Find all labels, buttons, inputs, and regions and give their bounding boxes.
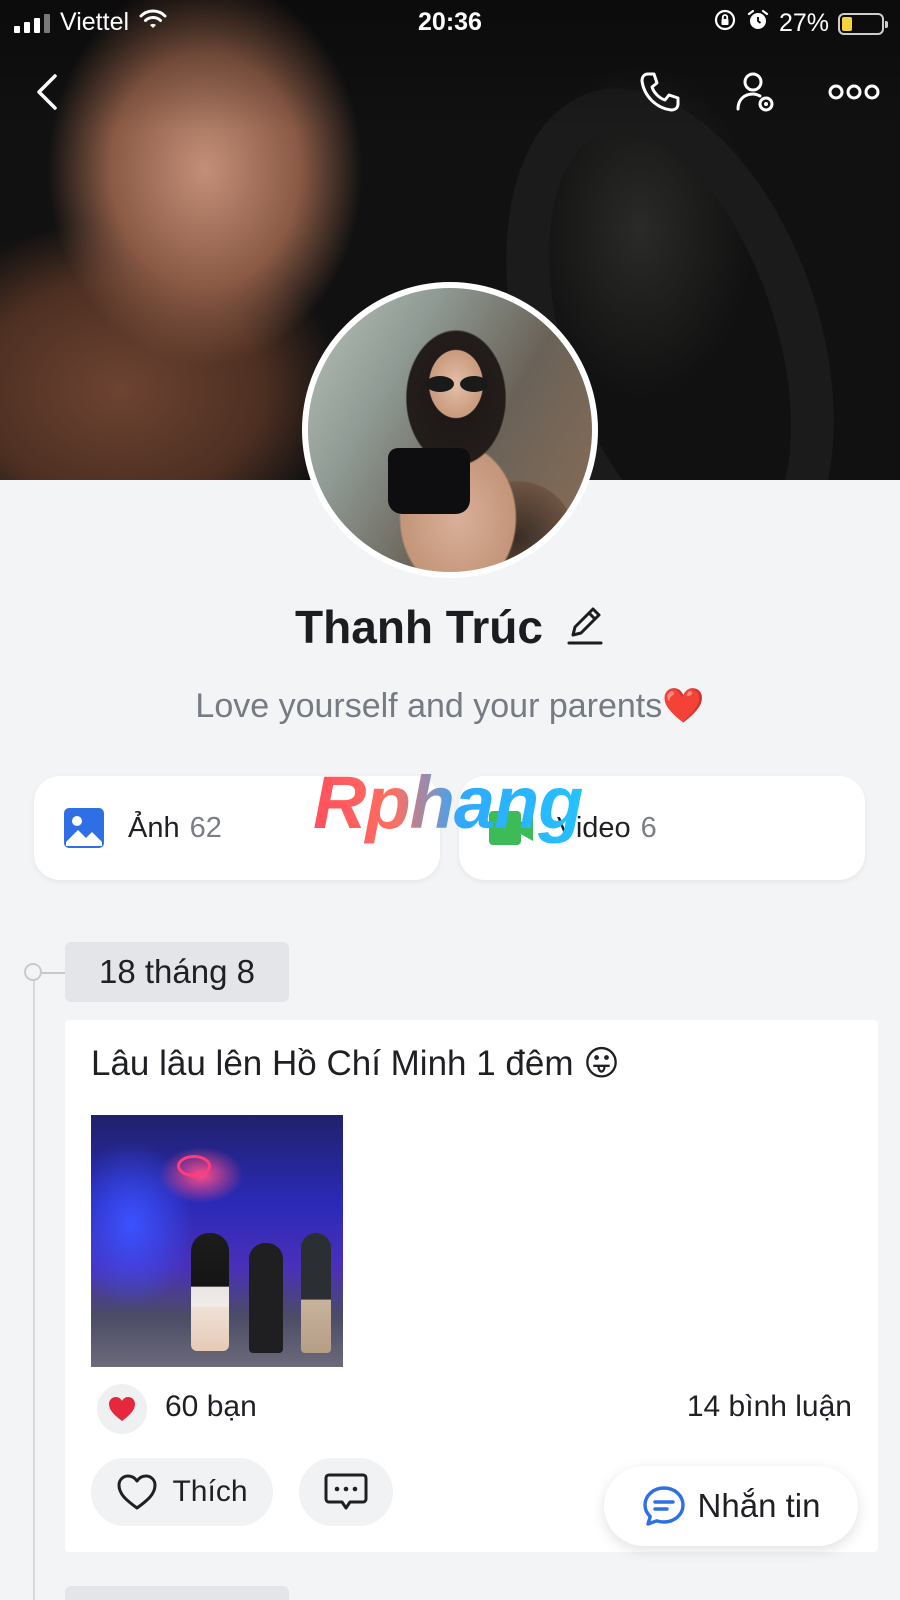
edit-name-button[interactable] [565,603,605,652]
phone-icon [640,72,680,112]
photo-person [301,1233,331,1353]
timeline-dot [24,963,66,981]
timeline-date: 18 tháng 8 [65,942,289,1002]
user-settings-icon [736,72,774,112]
videos-count: 6 [640,811,657,844]
photo-icon [64,808,104,848]
comment-count[interactable]: 14 bình luận [687,1390,852,1424]
message-label: Nhắn tin [697,1487,821,1524]
profile-name-row: Thanh Trúc [0,600,900,654]
photos-label: Ảnh [128,811,180,844]
heart-filled-icon [109,1397,135,1421]
more-icon [828,84,880,100]
photo-person [191,1233,229,1351]
battery-charging-icon [838,12,888,35]
avatar-sunglasses [426,376,488,392]
reaction-count[interactable]: 60 bạn [165,1390,257,1424]
reaction-badge[interactable] [97,1384,147,1434]
chat-bubble-icon [642,1486,685,1526]
avatar[interactable] [302,282,598,578]
avatar-handbag [388,448,470,514]
status-right: 27% [713,8,888,39]
comment-button[interactable] [299,1458,393,1526]
back-icon [37,74,57,110]
pencil-icon [567,607,603,644]
alarm-icon [746,8,770,39]
next-timeline-date [65,1586,289,1600]
post-text: Lâu lâu lên Hồ Chí Minh 1 đêm 😛 [91,1044,620,1083]
more-button[interactable] [824,64,884,120]
battery-percent: 27% [778,9,829,37]
back-button[interactable] [20,64,76,120]
call-button[interactable] [632,64,688,120]
photo-person [249,1243,283,1353]
status-bar: Viettel 20:36 27% [0,0,900,44]
comment-icon [324,1473,368,1510]
timeline-line [33,972,35,1600]
message-button[interactable]: Nhắn tin [604,1466,858,1546]
profile-name: Thanh Trúc [295,601,543,653]
heart-outline-icon [117,1474,157,1510]
watermark: Rphang [313,761,583,844]
photo-neon-sign [177,1155,211,1177]
photos-count: 62 [189,811,222,844]
profile-bio: Love yourself and your parents❤️ [195,687,705,725]
orientation-lock-icon [713,8,737,39]
profile-settings-button[interactable] [728,64,784,120]
post-photo[interactable] [91,1115,343,1367]
like-label: Thích [172,1475,248,1508]
battery-level [842,16,853,31]
like-button[interactable]: Thích [91,1458,273,1526]
